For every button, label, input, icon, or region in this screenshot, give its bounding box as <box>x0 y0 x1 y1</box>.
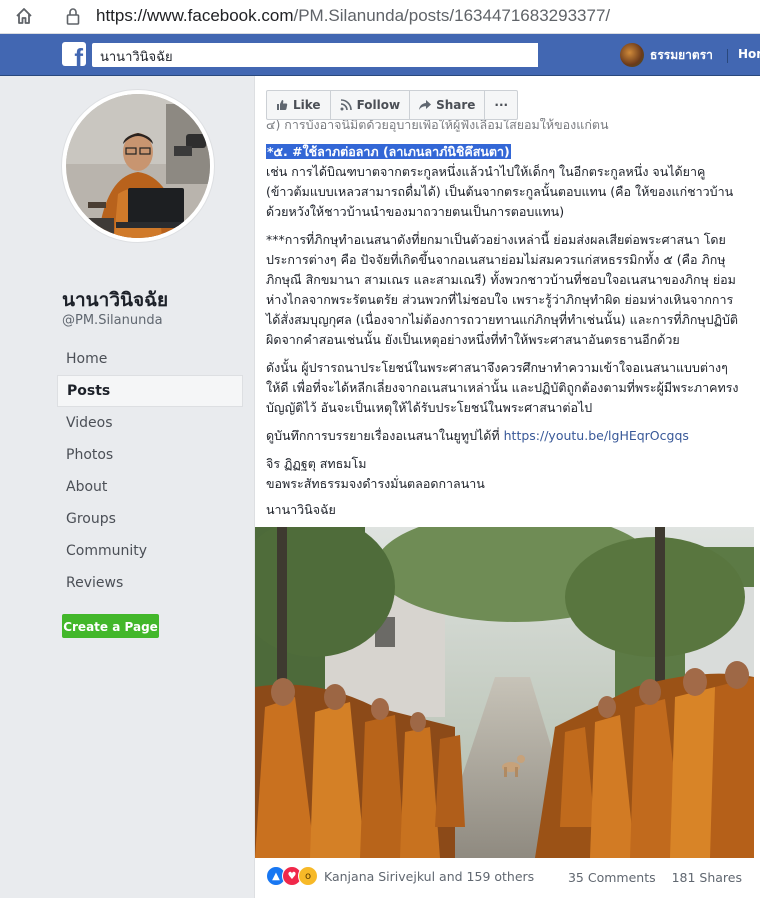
search-input[interactable]: นานาวินิจฉัย <box>92 43 538 67</box>
page-action-bar: Like Follow Share ··· <box>266 90 519 120</box>
post-paragraph: ดังนั้น ผู้ปรารถนาประโยชน์ในพระศาสนาจึงค… <box>266 360 739 415</box>
youtube-link[interactable]: https://youtu.be/lgHEqrOcgqs <box>504 428 689 443</box>
sidebar-item-community[interactable]: Community <box>57 535 243 567</box>
post-photo[interactable] <box>255 527 754 858</box>
thumbs-up-icon <box>277 100 288 110</box>
sidebar-item-videos[interactable]: Videos <box>57 407 243 439</box>
post-heading: *๕. #ใช้ลาภต่อลาภ (ลาเภนลาภํนิชิคึสนตา) <box>266 144 511 159</box>
home-link[interactable]: Hon <box>738 47 760 61</box>
post-text-cut-line: ๔) การบังอาจนิมิตด้วยอุบายเพื่อให้ผู้ฟัง… <box>266 118 609 132</box>
create-page-button[interactable]: Create a Page <box>62 614 159 638</box>
share-arrow-icon <box>419 100 432 110</box>
url-text[interactable]: https://www.facebook.com/PM.Silanunda/po… <box>96 6 610 26</box>
share-button[interactable]: Share <box>410 91 486 119</box>
share-label: Share <box>436 98 476 112</box>
sidebar-item-about[interactable]: About <box>57 471 243 503</box>
signature-line: นานาวินิจฉัย <box>266 502 336 517</box>
url-path: /PM.Silanunda/posts/1634471683293377/ <box>293 6 611 25</box>
page-sidebar: นานาวินิจฉัย @PM.Silanunda Home Posts Vide… <box>0 76 255 898</box>
lock-icon[interactable] <box>66 7 80 25</box>
profile-name: ธรรมยาตรา <box>650 47 713 62</box>
divider <box>727 49 728 63</box>
url-host: https://www.facebook.com <box>96 6 294 25</box>
profile-link[interactable]: ธรรมยาตรา <box>620 43 713 67</box>
facebook-logo-icon[interactable]: f <box>62 42 86 66</box>
like-label: Like <box>293 98 321 112</box>
sidebar-item-reviews[interactable]: Reviews <box>57 567 243 599</box>
post-paragraph-link: ดูบันทึกการบรรยายเรื่องอเนสนาในยูทูปได้ท… <box>266 426 746 446</box>
post-paragraph: เช่น การได้บิณฑบาตจากตระกูลหนึ่งแล้วนำไป… <box>266 164 734 219</box>
more-options-button[interactable]: ··· <box>485 91 517 119</box>
comments-count[interactable]: 35 Comments <box>568 870 656 885</box>
rss-icon <box>340 99 352 111</box>
like-button[interactable]: Like <box>267 91 331 119</box>
sidebar-item-posts[interactable]: Posts <box>57 375 243 407</box>
post-body: ๔) การบังอาจนิมิตด้วยอุบายเพื่อให้ผู้ฟัง… <box>266 118 746 520</box>
follow-button[interactable]: Follow <box>331 91 411 119</box>
follow-label: Follow <box>356 98 401 112</box>
link-prefix: ดูบันทึกการบรรยายเรื่องอเนสนาในยูทูปได้ท… <box>266 428 504 443</box>
shares-count[interactable]: 181 Shares <box>672 870 742 885</box>
signature-line: จิร ฏิฏฐตุ สทธมโม <box>266 456 367 471</box>
sidebar-item-photos[interactable]: Photos <box>57 439 243 471</box>
post-stats: 35 Comments 181 Shares <box>568 870 742 885</box>
reaction-summary[interactable]: ▲ ♥ o Kanjana Sirivejkul and 159 others <box>266 866 534 886</box>
browser-address-bar: https://www.facebook.com/PM.Silanunda/po… <box>0 0 760 34</box>
sidebar-item-home[interactable]: Home <box>57 343 243 375</box>
avatar <box>620 43 644 67</box>
sidebar-item-groups[interactable]: Groups <box>57 503 243 535</box>
reactors-text: Kanjana Sirivejkul and 159 others <box>324 868 535 884</box>
page-profile-picture[interactable] <box>62 90 214 242</box>
home-icon[interactable] <box>14 6 34 26</box>
profile-photo-image <box>66 94 210 238</box>
facebook-top-bar: f นานาวินิจฉัย ธรรมยาตรา Hon <box>0 34 760 76</box>
post-paragraph: ***การที่ภิกษุทำอเนสนาดังที่ยกมาเป็นตัวอ… <box>266 232 739 347</box>
page-title[interactable]: นานาวินิจฉัย <box>62 285 168 315</box>
page-nav: Home Posts Videos Photos About Groups Communit… <box>57 343 243 599</box>
wow-icon: o <box>298 866 318 886</box>
page-handle[interactable]: @PM.Silanunda <box>62 313 163 328</box>
signature-line: ขอพระสัทธรรมจงดำรงมั่นตลอดกาลนาน <box>266 476 485 491</box>
